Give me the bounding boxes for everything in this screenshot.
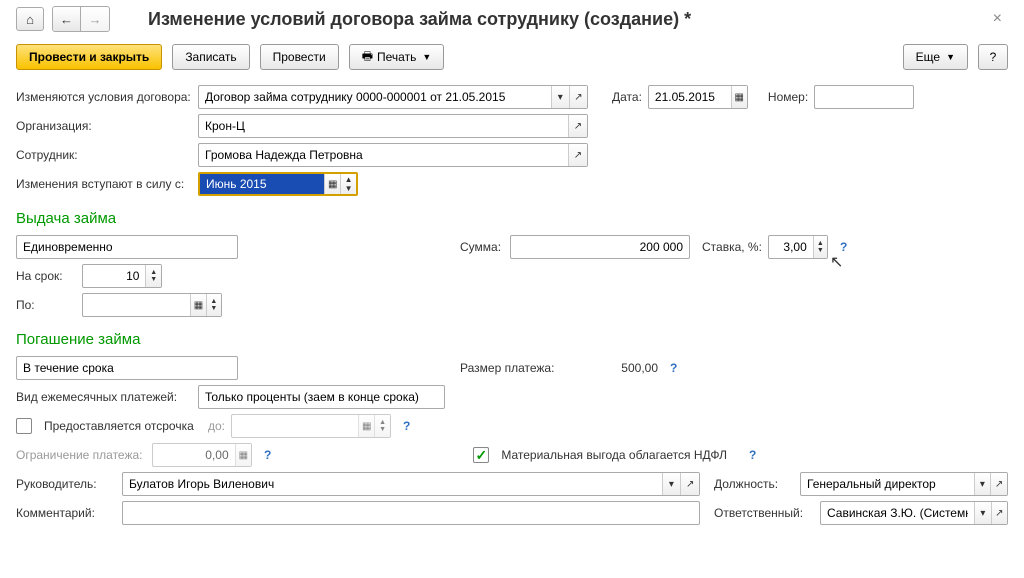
issue-mode-field[interactable]: [16, 235, 238, 259]
position-field[interactable]: ▾ ↗: [800, 472, 1008, 496]
post-button[interactable]: Провести: [260, 44, 339, 70]
open-icon[interactable]: ↗: [569, 86, 587, 108]
position-label: Должность:: [714, 477, 794, 491]
org-field[interactable]: ↗: [198, 114, 588, 138]
payment-size-label: Размер платежа:: [460, 361, 560, 375]
payment-type-field[interactable]: [198, 385, 445, 409]
stepper-icon[interactable]: ▲▼: [813, 236, 827, 258]
printer-icon: 🖶: [362, 47, 373, 68]
stepper-icon[interactable]: ▲▼: [340, 174, 356, 194]
forward-button: →: [81, 7, 109, 31]
deferral-checkbox[interactable]: [16, 418, 32, 434]
limit-label: Ограничение платежа:: [16, 448, 146, 462]
number-field[interactable]: [814, 85, 914, 109]
manager-field[interactable]: ▾ ↗: [122, 472, 700, 496]
rate-field[interactable]: ▲▼: [768, 235, 828, 259]
calendar-icon[interactable]: ▦: [190, 294, 205, 316]
ndfl-label: Материальная выгода облагается НДФЛ: [501, 448, 727, 462]
issue-section-title: Выдача займа: [16, 210, 1008, 227]
payment-type-label: Вид ежемесячных платежей:: [16, 390, 192, 404]
date-label: Дата:: [612, 90, 642, 104]
chevron-down-icon: ▼: [422, 52, 431, 62]
comment-field[interactable]: [122, 501, 700, 525]
open-icon[interactable]: ↗: [991, 502, 1007, 524]
home-button[interactable]: ⌂: [16, 7, 44, 31]
repay-mode-field[interactable]: [16, 356, 238, 380]
repay-section-title: Погашение займа: [16, 331, 1008, 348]
employee-label: Сотрудник:: [16, 148, 192, 162]
contract-label: Изменяются условия договора:: [16, 90, 192, 104]
help-icon[interactable]: ?: [264, 448, 271, 462]
sum-field[interactable]: [510, 235, 690, 259]
window-title: Изменение условий договора займа сотрудн…: [148, 9, 691, 30]
open-icon[interactable]: ↗: [990, 473, 1007, 495]
number-label: Номер:: [768, 90, 808, 104]
open-icon[interactable]: ↗: [568, 115, 587, 137]
stepper-icon: ▲▼: [374, 415, 390, 437]
until-field[interactable]: ▦ ▲▼: [82, 293, 222, 317]
stepper-icon[interactable]: ▲▼: [206, 294, 221, 316]
post-and-close-button[interactable]: Провести и закрыть: [16, 44, 162, 70]
deferral-until-label: до:: [208, 419, 225, 433]
close-icon[interactable]: ×: [987, 10, 1008, 28]
calendar-icon: ▦: [358, 415, 374, 437]
responsible-field[interactable]: ▾ ↗: [820, 501, 1008, 525]
help-icon[interactable]: ?: [670, 361, 677, 375]
save-button[interactable]: Записать: [172, 44, 249, 70]
until-label: По:: [16, 298, 76, 312]
comment-label: Комментарий:: [16, 506, 116, 520]
term-field[interactable]: ▲▼: [82, 264, 162, 288]
responsible-label: Ответственный:: [714, 506, 814, 520]
contract-field[interactable]: ▾ ↗: [198, 85, 588, 109]
open-icon[interactable]: ↗: [568, 144, 587, 166]
dropdown-icon[interactable]: ▾: [974, 502, 990, 524]
ndfl-checkbox[interactable]: [473, 447, 489, 463]
calendar-icon[interactable]: ▦: [731, 86, 747, 108]
effective-field[interactable]: ▦ ▲▼: [198, 172, 358, 196]
payment-size-value: 500,00: [566, 361, 658, 375]
deferral-label: Предоставляется отсрочка: [44, 419, 202, 433]
dropdown-icon[interactable]: ▾: [974, 473, 991, 495]
dropdown-icon[interactable]: ▾: [551, 86, 569, 108]
calc-icon: ▦: [235, 444, 251, 466]
print-button[interactable]: 🖶 Печать ▼: [349, 44, 445, 70]
help-button[interactable]: ?: [978, 44, 1008, 70]
help-icon[interactable]: ?: [403, 419, 410, 433]
dropdown-icon[interactable]: ▾: [662, 473, 681, 495]
limit-field: ▦: [152, 443, 252, 467]
term-label: На срок:: [16, 269, 76, 283]
deferral-until-field: ▦ ▲▼: [231, 414, 391, 438]
sum-label: Сумма:: [460, 240, 504, 254]
open-icon[interactable]: ↗: [680, 473, 699, 495]
org-label: Организация:: [16, 119, 192, 133]
more-button[interactable]: Еще ▼: [903, 44, 968, 70]
back-button[interactable]: ←: [53, 7, 81, 31]
chevron-down-icon: ▼: [946, 52, 955, 62]
stepper-icon[interactable]: ▲▼: [145, 265, 161, 287]
effective-label: Изменения вступают в силу с:: [16, 177, 192, 191]
manager-label: Руководитель:: [16, 477, 116, 491]
date-field[interactable]: ▦: [648, 85, 748, 109]
employee-field[interactable]: ↗: [198, 143, 588, 167]
rate-label: Ставка, %:: [702, 240, 762, 254]
help-icon[interactable]: ?: [840, 240, 847, 254]
help-icon[interactable]: ?: [749, 448, 756, 462]
calendar-icon[interactable]: ▦: [324, 174, 340, 194]
